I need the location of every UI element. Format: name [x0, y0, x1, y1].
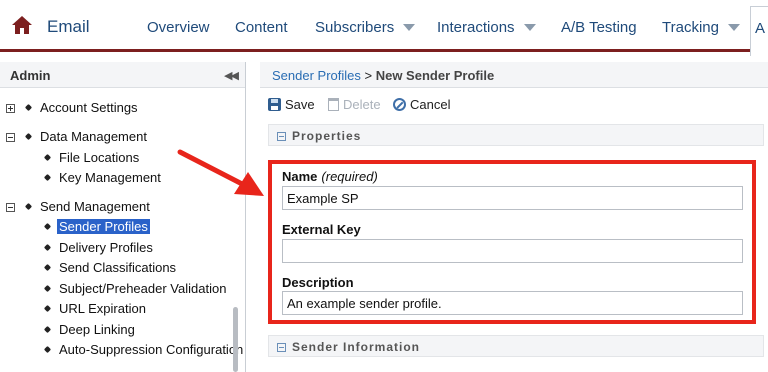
name-label-text: Name: [282, 169, 318, 184]
bullet-icon: [24, 103, 33, 112]
bullet-icon: [43, 243, 52, 252]
tab-content[interactable]: Content: [235, 19, 288, 36]
cancel-button[interactable]: Cancel: [393, 97, 450, 112]
bullet-icon: [43, 325, 52, 334]
tab-label: Subscribers: [315, 19, 395, 36]
name-field[interactable]: [282, 186, 743, 210]
top-nav-bar: Email Overview Content Subscribers Inter…: [0, 0, 768, 56]
collapse-section-icon[interactable]: [277, 132, 286, 141]
breadcrumb: Sender Profiles > New Sender Profile: [260, 62, 768, 88]
cancel-icon: [393, 98, 406, 111]
tab-interactions[interactable]: Interactions: [437, 19, 536, 36]
tab-admin[interactable]: A: [750, 6, 768, 56]
properties-section-header[interactable]: Properties: [268, 124, 764, 146]
name-field-label: Name (required): [282, 169, 378, 184]
sidebar-item-label: Sender Profiles: [57, 219, 150, 234]
sidebar-item-label: Key Management: [59, 170, 161, 185]
tab-label: Overview: [147, 19, 210, 36]
sidebar-item-label: Account Settings: [40, 100, 138, 115]
tab-ab-testing[interactable]: A/B Testing: [561, 19, 637, 36]
bullet-icon: [43, 304, 52, 313]
tab-label: Interactions: [437, 19, 515, 36]
external-key-field[interactable]: [282, 239, 743, 263]
save-button[interactable]: Save: [268, 97, 315, 112]
breadcrumb-current: New Sender Profile: [375, 68, 495, 83]
sidebar-item-label: Send Classifications: [59, 260, 177, 275]
sidebar-item-label: URL Expiration: [59, 301, 146, 316]
trash-icon: [328, 98, 339, 111]
sidebar-title: Admin: [10, 68, 51, 83]
save-label: Save: [285, 97, 315, 112]
chevron-down-icon[interactable]: [727, 23, 740, 31]
bullet-icon: [43, 153, 52, 162]
sidebar-item-label: Auto-Suppression Configuration: [59, 342, 244, 357]
home-icon[interactable]: [11, 15, 33, 35]
cancel-label: Cancel: [410, 97, 451, 112]
description-field-label: Description: [282, 275, 354, 290]
bullet-icon: [24, 132, 33, 141]
admin-sidebar: Admin ◀◀ Account Settings Data Managemen…: [0, 62, 246, 372]
arrow-icon: [177, 149, 264, 196]
delete-button[interactable]: Delete: [328, 97, 381, 112]
breadcrumb-link-sender-profiles[interactable]: Sender Profiles: [272, 68, 361, 83]
sender-information-section-header[interactable]: Sender Information: [268, 335, 764, 357]
collapse-section-icon[interactable]: [277, 343, 286, 352]
tab-overview[interactable]: Overview: [147, 19, 210, 36]
save-icon: [268, 98, 281, 111]
expand-icon[interactable]: [6, 104, 15, 113]
breadcrumb-separator: >: [360, 68, 376, 83]
sidebar-item-label: Delivery Profiles: [59, 240, 153, 255]
bullet-icon: [43, 263, 52, 272]
sidebar-item-label: File Locations: [59, 150, 140, 165]
sidebar-item-label: Data Management: [40, 129, 147, 144]
bullet-icon: [43, 284, 52, 293]
collapse-tree-icon[interactable]: [6, 133, 15, 142]
sidebar-item-label: Subject/Preheader Validation: [59, 281, 227, 296]
tab-label: A: [755, 20, 766, 37]
tab-label: Content: [235, 19, 288, 36]
toolbar: Save Delete Cancel: [260, 92, 768, 118]
bullet-icon: [43, 173, 52, 182]
tab-tracking[interactable]: Tracking: [662, 19, 740, 36]
bullet-icon: [43, 345, 52, 354]
sidebar-scrollbar[interactable]: [233, 307, 238, 372]
tab-label: Tracking: [662, 19, 719, 36]
section-title: Properties: [292, 129, 362, 143]
required-note: (required): [321, 169, 378, 184]
collapse-tree-icon[interactable]: [6, 203, 15, 212]
bullet-icon: [24, 202, 33, 211]
sidebar-item-label: Deep Linking: [59, 322, 135, 337]
main-panel: Sender Profiles > New Sender Profile Sav…: [260, 62, 768, 372]
external-key-field-label: External Key: [282, 222, 361, 237]
chevron-down-icon[interactable]: [523, 23, 536, 31]
bullet-icon: [43, 222, 52, 231]
app-title[interactable]: Email: [47, 17, 90, 37]
delete-label: Delete: [343, 97, 381, 112]
tab-label: A/B Testing: [561, 19, 637, 36]
collapse-icon[interactable]: ◀◀: [224, 69, 239, 82]
description-field[interactable]: [282, 291, 743, 315]
sidebar-item-label: Send Management: [40, 199, 150, 214]
chevron-down-icon[interactable]: [403, 23, 416, 31]
sidebar-header: Admin ◀◀: [0, 62, 245, 88]
section-title: Sender Information: [292, 340, 421, 354]
tab-subscribers[interactable]: Subscribers: [315, 19, 416, 36]
